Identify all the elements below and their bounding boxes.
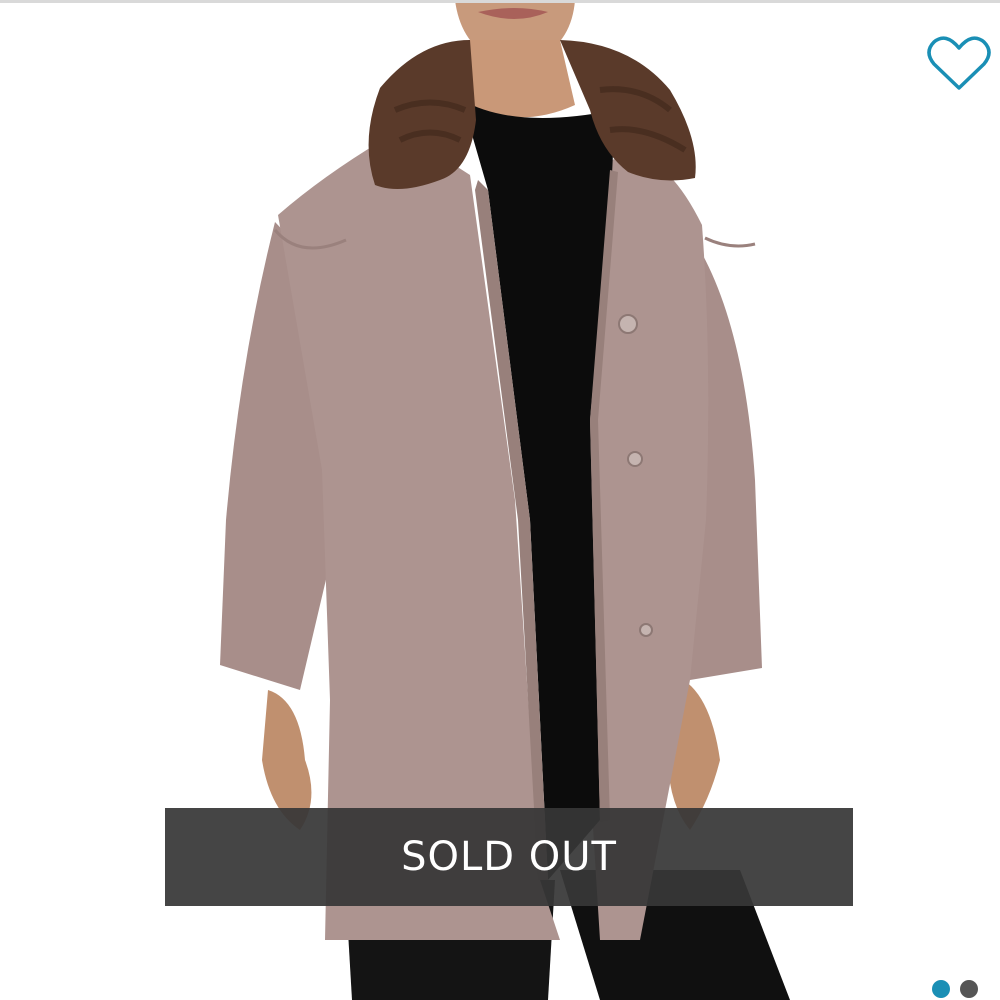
- product-listing-card: SOLD OUT: [0, 0, 1000, 1000]
- favorite-button[interactable]: [926, 34, 992, 94]
- coat-button-3: [639, 623, 653, 637]
- sold-out-label: SOLD OUT: [401, 834, 617, 880]
- coat-seam-right: [704, 236, 756, 248]
- coat-fur-collar-left: [368, 40, 476, 189]
- carousel-pagination: [932, 980, 978, 1000]
- sold-out-banner: SOLD OUT: [165, 808, 853, 906]
- carousel-dot-2[interactable]: [960, 980, 978, 998]
- coat-button-2: [627, 451, 643, 467]
- carousel-dot-1[interactable]: [932, 980, 950, 998]
- top-border: [0, 0, 1000, 3]
- model-neck: [462, 40, 575, 118]
- heart-outline-icon: [927, 36, 991, 90]
- coat-button-1: [618, 314, 638, 334]
